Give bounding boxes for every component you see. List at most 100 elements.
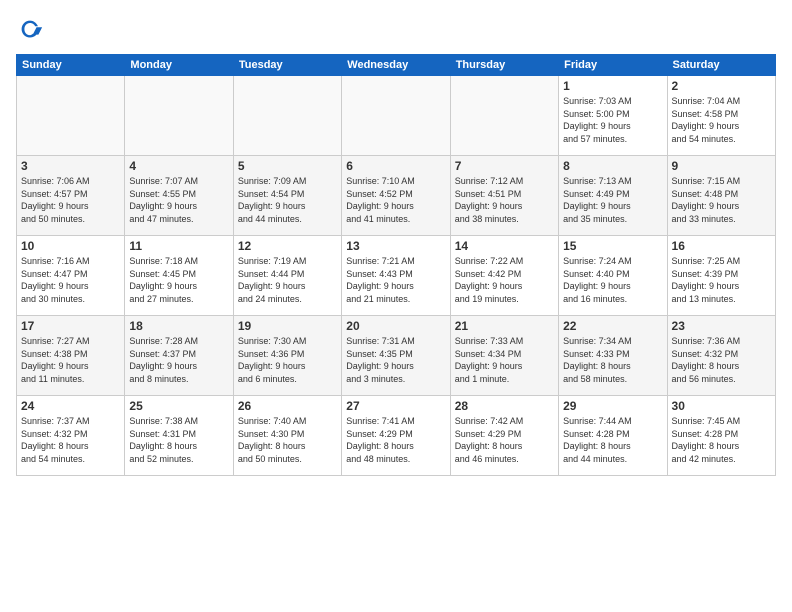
logo <box>16 16 48 44</box>
day-number: 19 <box>238 319 337 333</box>
day-number: 10 <box>21 239 120 253</box>
weekday-header: Sunday <box>17 55 125 76</box>
day-info: Sunrise: 7:33 AM Sunset: 4:34 PM Dayligh… <box>455 335 554 385</box>
day-info: Sunrise: 7:15 AM Sunset: 4:48 PM Dayligh… <box>672 175 771 225</box>
calendar-cell: 12 Sunrise: 7:19 AM Sunset: 4:44 PM Dayli… <box>233 236 341 316</box>
day-number: 1 <box>563 79 662 93</box>
calendar-cell: 7 Sunrise: 7:12 AM Sunset: 4:51 PM Daylig… <box>450 156 558 236</box>
logo-icon <box>16 16 44 44</box>
calendar-cell <box>342 76 450 156</box>
calendar-cell: 17 Sunrise: 7:27 AM Sunset: 4:38 PM Dayli… <box>17 316 125 396</box>
day-number: 26 <box>238 399 337 413</box>
day-number: 11 <box>129 239 228 253</box>
calendar-cell: 29Sunrise: 7:44 AM Sunset: 4:28 PM Dayli… <box>559 396 667 476</box>
day-number: 5 <box>238 159 337 173</box>
day-info: Sunrise: 7:27 AM Sunset: 4:38 PM Dayligh… <box>21 335 120 385</box>
calendar-cell <box>233 76 341 156</box>
day-info: Sunrise: 7:16 AM Sunset: 4:47 PM Dayligh… <box>21 255 120 305</box>
calendar-cell: 27 Sunrise: 7:41 AM Sunset: 4:29 PM Dayli… <box>342 396 450 476</box>
day-info: Sunrise: 7:40 AM Sunset: 4:30 PM Dayligh… <box>238 415 337 465</box>
day-info: Sunrise: 7:21 AM Sunset: 4:43 PM Dayligh… <box>346 255 445 305</box>
day-number: 27 <box>346 399 445 413</box>
day-number: 16 <box>672 239 771 253</box>
calendar-cell: 19 Sunrise: 7:30 AM Sunset: 4:36 PM Dayli… <box>233 316 341 396</box>
calendar-cell: 15 Sunrise: 7:24 AM Sunset: 4:40 PM Dayli… <box>559 236 667 316</box>
calendar-week-row: 1Sunrise: 7:03 AM Sunset: 5:00 PM Daylig… <box>17 76 776 156</box>
day-number: 7 <box>455 159 554 173</box>
calendar-cell: 26 Sunrise: 7:40 AM Sunset: 4:30 PM Dayli… <box>233 396 341 476</box>
day-info: Sunrise: 7:22 AM Sunset: 4:42 PM Dayligh… <box>455 255 554 305</box>
day-info: Sunrise: 7:30 AM Sunset: 4:36 PM Dayligh… <box>238 335 337 385</box>
day-number: 13 <box>346 239 445 253</box>
calendar-cell: 6 Sunrise: 7:10 AM Sunset: 4:52 PM Daylig… <box>342 156 450 236</box>
day-number: 18 <box>129 319 228 333</box>
day-info: Sunrise: 7:06 AM Sunset: 4:57 PM Dayligh… <box>21 175 120 225</box>
day-number: 17 <box>21 319 120 333</box>
calendar-cell <box>17 76 125 156</box>
calendar-cell: 2 Sunrise: 7:04 AM Sunset: 4:58 PM Daylig… <box>667 76 775 156</box>
calendar-cell: 28 Sunrise: 7:42 AM Sunset: 4:29 PM Dayli… <box>450 396 558 476</box>
calendar-week-row: 17 Sunrise: 7:27 AM Sunset: 4:38 PM Dayli… <box>17 316 776 396</box>
day-number: 4 <box>129 159 228 173</box>
day-info: Sunrise: 7:41 AM Sunset: 4:29 PM Dayligh… <box>346 415 445 465</box>
day-info: Sunrise: 7:25 AM Sunset: 4:39 PM Dayligh… <box>672 255 771 305</box>
day-number: 21 <box>455 319 554 333</box>
day-info: Sunrise: 7:36 AM Sunset: 4:32 PM Dayligh… <box>672 335 771 385</box>
weekday-header: Thursday <box>450 55 558 76</box>
calendar-cell: 20 Sunrise: 7:31 AM Sunset: 4:35 PM Dayli… <box>342 316 450 396</box>
calendar-week-row: 24 Sunrise: 7:37 AM Sunset: 4:32 PM Dayli… <box>17 396 776 476</box>
day-number: 15 <box>563 239 662 253</box>
day-number: 20 <box>346 319 445 333</box>
day-info: Sunrise: 7:18 AM Sunset: 4:45 PM Dayligh… <box>129 255 228 305</box>
weekday-header: Friday <box>559 55 667 76</box>
day-number: 29 <box>563 399 662 413</box>
day-number: 9 <box>672 159 771 173</box>
calendar-cell: 23 Sunrise: 7:36 AM Sunset: 4:32 PM Dayli… <box>667 316 775 396</box>
day-number: 28 <box>455 399 554 413</box>
calendar-cell: 16 Sunrise: 7:25 AM Sunset: 4:39 PM Dayli… <box>667 236 775 316</box>
calendar-cell: 4 Sunrise: 7:07 AM Sunset: 4:55 PM Daylig… <box>125 156 233 236</box>
calendar-cell: 9 Sunrise: 7:15 AM Sunset: 4:48 PM Daylig… <box>667 156 775 236</box>
calendar-cell: 18 Sunrise: 7:28 AM Sunset: 4:37 PM Dayli… <box>125 316 233 396</box>
calendar-table: SundayMondayTuesdayWednesdayThursdayFrid… <box>16 54 776 476</box>
calendar-cell: 8Sunrise: 7:13 AM Sunset: 4:49 PM Daylig… <box>559 156 667 236</box>
day-info: Sunrise: 7:45 AM Sunset: 4:28 PM Dayligh… <box>672 415 771 465</box>
calendar-cell: 13 Sunrise: 7:21 AM Sunset: 4:43 PM Dayli… <box>342 236 450 316</box>
day-number: 3 <box>21 159 120 173</box>
day-number: 23 <box>672 319 771 333</box>
day-info: Sunrise: 7:04 AM Sunset: 4:58 PM Dayligh… <box>672 95 771 145</box>
day-info: Sunrise: 7:38 AM Sunset: 4:31 PM Dayligh… <box>129 415 228 465</box>
weekday-header: Wednesday <box>342 55 450 76</box>
day-info: Sunrise: 7:28 AM Sunset: 4:37 PM Dayligh… <box>129 335 228 385</box>
calendar-cell: 24 Sunrise: 7:37 AM Sunset: 4:32 PM Dayli… <box>17 396 125 476</box>
calendar-cell <box>125 76 233 156</box>
calendar-cell: 11 Sunrise: 7:18 AM Sunset: 4:45 PM Dayli… <box>125 236 233 316</box>
day-info: Sunrise: 7:24 AM Sunset: 4:40 PM Dayligh… <box>563 255 662 305</box>
day-info: Sunrise: 7:19 AM Sunset: 4:44 PM Dayligh… <box>238 255 337 305</box>
page: SundayMondayTuesdayWednesdayThursdayFrid… <box>0 0 792 612</box>
day-info: Sunrise: 7:09 AM Sunset: 4:54 PM Dayligh… <box>238 175 337 225</box>
day-info: Sunrise: 7:31 AM Sunset: 4:35 PM Dayligh… <box>346 335 445 385</box>
day-number: 12 <box>238 239 337 253</box>
day-number: 30 <box>672 399 771 413</box>
day-info: Sunrise: 7:07 AM Sunset: 4:55 PM Dayligh… <box>129 175 228 225</box>
calendar-cell: 3 Sunrise: 7:06 AM Sunset: 4:57 PM Daylig… <box>17 156 125 236</box>
day-number: 25 <box>129 399 228 413</box>
weekday-header: Saturday <box>667 55 775 76</box>
calendar-cell: 30 Sunrise: 7:45 AM Sunset: 4:28 PM Dayli… <box>667 396 775 476</box>
calendar-cell: 1Sunrise: 7:03 AM Sunset: 5:00 PM Daylig… <box>559 76 667 156</box>
calendar-cell: 21 Sunrise: 7:33 AM Sunset: 4:34 PM Dayli… <box>450 316 558 396</box>
day-info: Sunrise: 7:37 AM Sunset: 4:32 PM Dayligh… <box>21 415 120 465</box>
calendar-cell: 5 Sunrise: 7:09 AM Sunset: 4:54 PM Daylig… <box>233 156 341 236</box>
day-number: 24 <box>21 399 120 413</box>
day-info: Sunrise: 7:12 AM Sunset: 4:51 PM Dayligh… <box>455 175 554 225</box>
calendar-cell: 25 Sunrise: 7:38 AM Sunset: 4:31 PM Dayli… <box>125 396 233 476</box>
weekday-header: Monday <box>125 55 233 76</box>
day-info: Sunrise: 7:42 AM Sunset: 4:29 PM Dayligh… <box>455 415 554 465</box>
day-number: 22 <box>563 319 662 333</box>
day-info: Sunrise: 7:10 AM Sunset: 4:52 PM Dayligh… <box>346 175 445 225</box>
calendar-cell: 10 Sunrise: 7:16 AM Sunset: 4:47 PM Dayli… <box>17 236 125 316</box>
day-number: 6 <box>346 159 445 173</box>
calendar-week-row: 3 Sunrise: 7:06 AM Sunset: 4:57 PM Daylig… <box>17 156 776 236</box>
day-number: 2 <box>672 79 771 93</box>
